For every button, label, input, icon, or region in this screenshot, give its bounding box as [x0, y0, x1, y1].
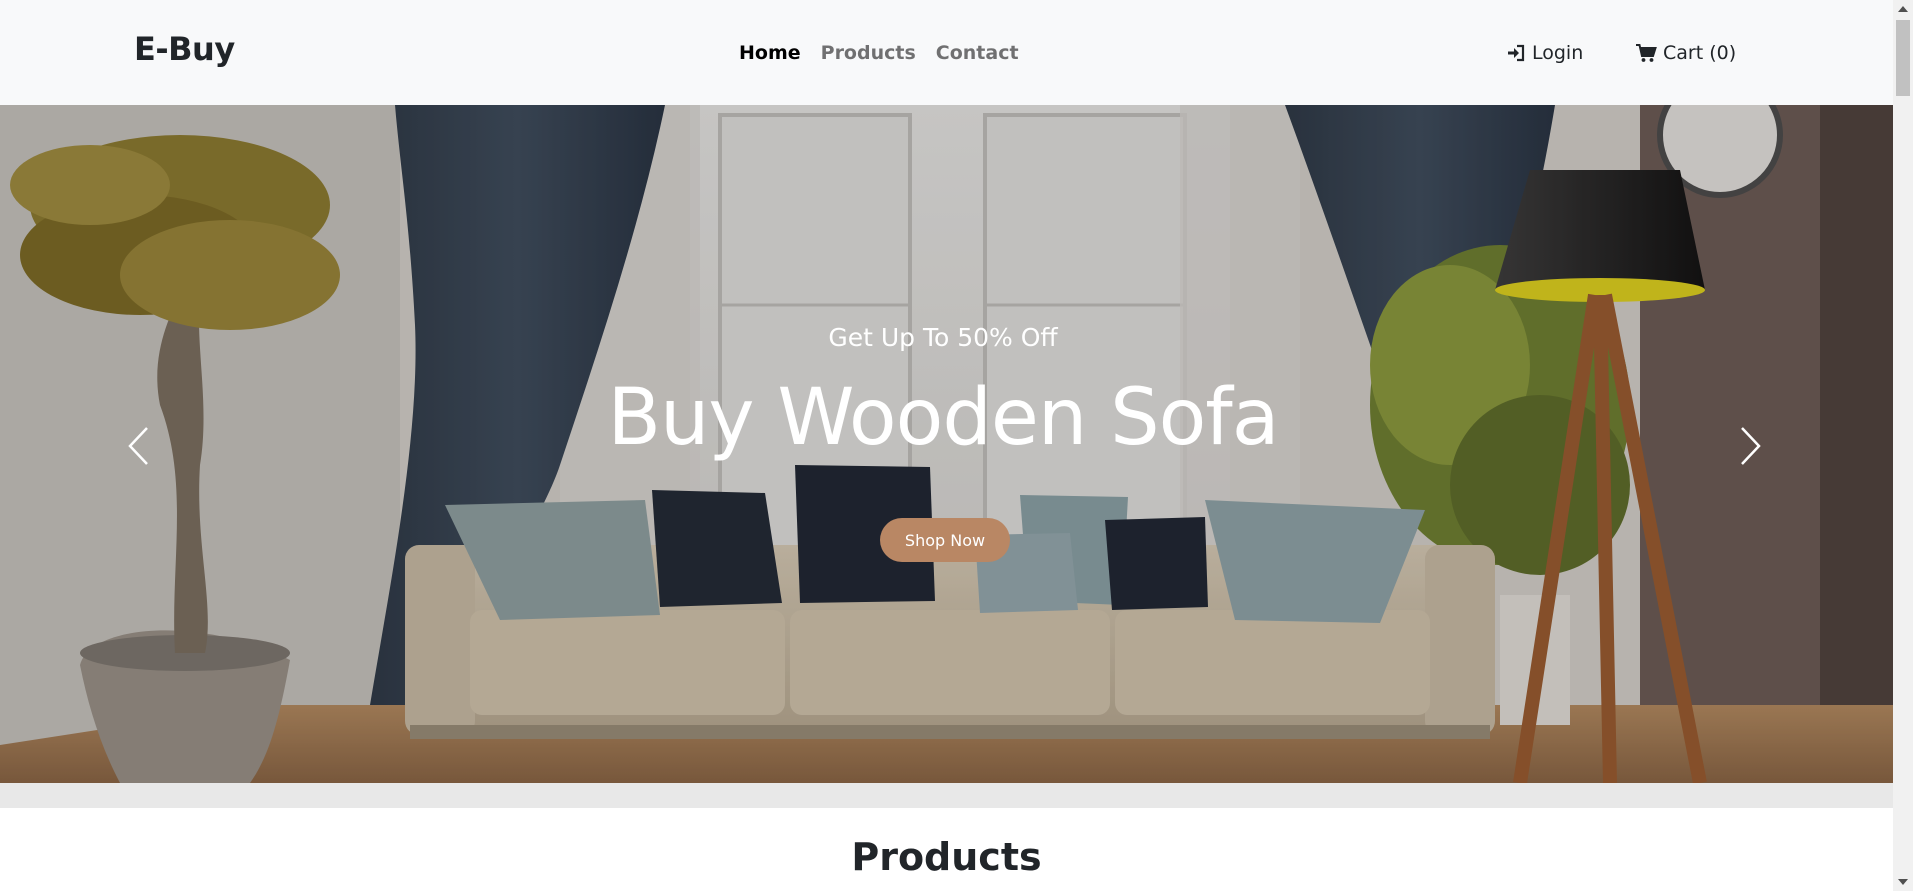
hero-title: Buy Wooden Sofa	[607, 373, 1279, 463]
shop-now-button[interactable]: Shop Now	[880, 518, 1010, 562]
vertical-scrollbar[interactable]	[1893, 0, 1913, 891]
chevron-right-icon	[1740, 426, 1762, 471]
nav-link-home[interactable]: Home	[739, 42, 801, 64]
navbar: E-Buy Home Products Contact Login Cart (…	[0, 0, 1893, 105]
scrollbar-thumb[interactable]	[1896, 20, 1910, 96]
cart-label: Cart (0)	[1663, 42, 1737, 64]
nav-links: Home Products Contact	[739, 42, 1019, 64]
brand-logo[interactable]: E-Buy	[134, 30, 235, 68]
nav-link-products[interactable]: Products	[821, 42, 916, 64]
page: E-Buy Home Products Contact Login Cart (…	[0, 0, 1893, 891]
carousel-prev-button[interactable]	[118, 423, 158, 473]
products-heading: Products	[851, 835, 1042, 879]
carousel-next-button[interactable]	[1731, 423, 1771, 473]
hero-carousel: Get Up To 50% Off Buy Wooden Sofa Shop N…	[0, 105, 1893, 783]
nav-link-contact[interactable]: Contact	[936, 42, 1019, 64]
hero-subtitle: Get Up To 50% Off	[828, 323, 1058, 352]
chevron-left-icon	[127, 426, 149, 471]
login-label: Login	[1532, 42, 1584, 64]
scroll-down-arrow-icon[interactable]	[1898, 879, 1908, 885]
shopping-cart-icon	[1635, 43, 1657, 63]
cart-link[interactable]: Cart (0)	[1635, 42, 1736, 64]
sign-in-icon	[1506, 43, 1526, 63]
scroll-up-arrow-icon[interactable]	[1898, 6, 1908, 12]
section-divider	[0, 783, 1893, 808]
login-link[interactable]: Login	[1506, 42, 1583, 64]
